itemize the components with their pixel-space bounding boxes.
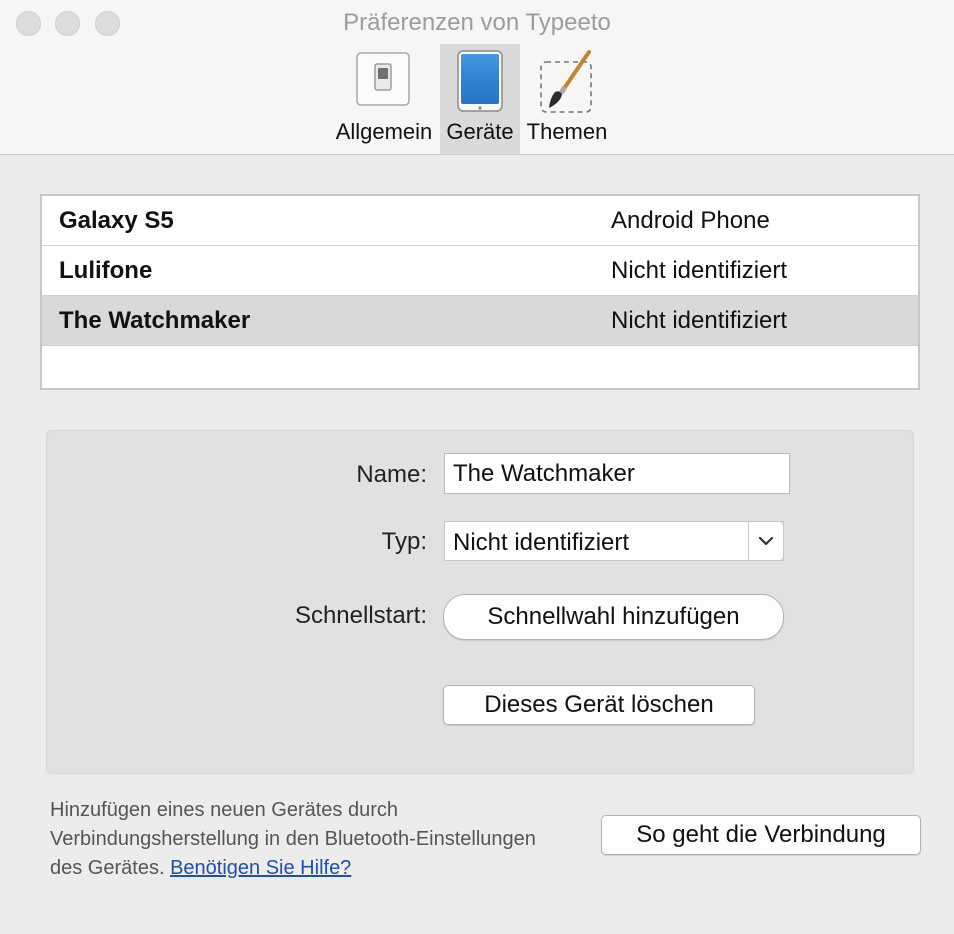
help-text-line-last: des Gerätes. Benötigen Sie Hilfe? — [50, 854, 610, 883]
type-label: Typ: — [381, 528, 427, 555]
delete-device-button[interactable]: Dieses Gerät löschen — [443, 685, 755, 725]
device-row[interactable]: Lulifone Nicht identifiziert — [42, 246, 918, 296]
window-titlebar: Präferenzen von Typeeto Allgemein Geräte… — [0, 0, 954, 155]
name-label: Name: — [356, 461, 427, 488]
chevron-down-icon[interactable] — [748, 521, 784, 561]
tab-label: Allgemein — [335, 119, 433, 144]
device-type: Android Phone — [611, 207, 770, 234]
tab-label: Themen — [526, 119, 608, 144]
help-text: Hinzufügen eines neuen Gerätes durch Ver… — [50, 796, 610, 883]
device-detail-panel: Name: Typ: Nicht identifiziert Schnellst… — [46, 430, 914, 774]
quickstart-label: Schnellstart: — [294, 602, 427, 629]
tab-themen[interactable]: Themen — [522, 44, 612, 154]
tab-geraete[interactable]: Geräte — [440, 44, 520, 154]
window-title: Präferenzen von Typeeto — [343, 9, 611, 36]
help-text-line: Verbindungsherstellung in den Bluetooth-… — [50, 828, 536, 850]
help-text-line: Hinzufügen eines neuen Gerätes durch — [50, 799, 399, 821]
device-row-selected[interactable]: The Watchmaker Nicht identifiziert — [42, 296, 918, 346]
help-text-segment: des Gerätes. — [50, 857, 165, 879]
tab-label: Geräte — [446, 119, 514, 144]
device-name-field[interactable] — [444, 453, 790, 494]
switch-icon — [356, 50, 412, 111]
help-link[interactable]: Benötigen Sie Hilfe? — [170, 857, 351, 879]
connection-guide-button[interactable]: So geht die Verbindung — [601, 815, 921, 855]
device-type: Nicht identifiziert — [611, 307, 788, 334]
tablet-icon — [456, 50, 504, 119]
device-name: Lulifone — [59, 257, 153, 284]
device-type: Nicht identifiziert — [611, 257, 788, 284]
device-row[interactable]: Galaxy S5 Android Phone — [42, 196, 918, 246]
type-select-value: Nicht identifiziert — [453, 529, 630, 556]
device-list[interactable]: Galaxy S5 Android Phone Lulifone Nicht i… — [40, 194, 920, 390]
tab-allgemein[interactable]: Allgemein — [330, 44, 438, 154]
device-type-select[interactable]: Nicht identifiziert — [444, 521, 784, 561]
paintbrush-icon — [535, 50, 599, 119]
add-shortcut-button[interactable]: Schnellwahl hinzufügen — [443, 594, 784, 640]
device-name: Galaxy S5 — [59, 207, 174, 234]
device-name: The Watchmaker — [59, 307, 251, 334]
